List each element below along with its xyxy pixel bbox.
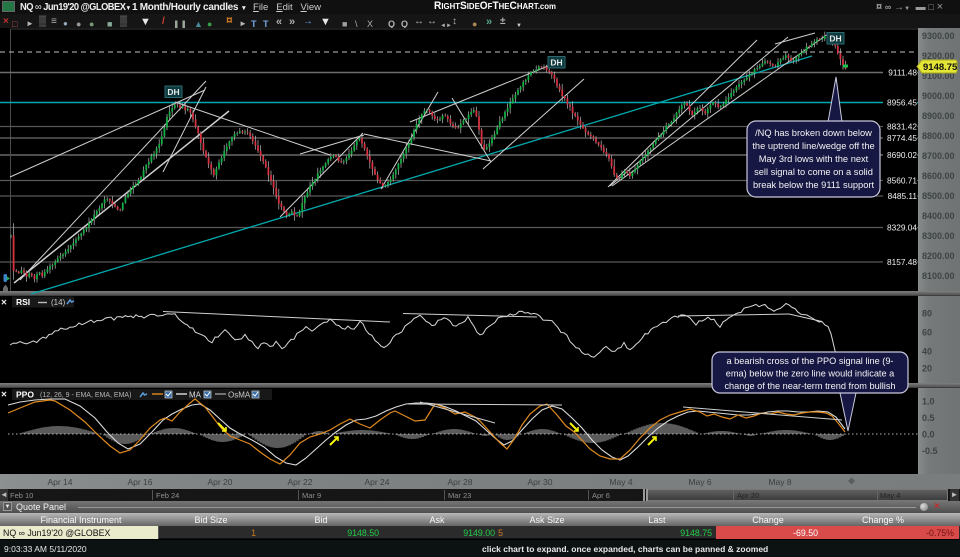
svg-text:-0.5: -0.5 bbox=[922, 446, 938, 456]
svg-text:RSI: RSI bbox=[16, 297, 30, 307]
svg-text:8500.00: 8500.00 bbox=[922, 191, 955, 201]
svg-text:sell signal to come on a solid: sell signal to come on a solid bbox=[754, 167, 873, 177]
svg-text:8600.00: 8600.00 bbox=[922, 171, 955, 181]
svg-text:8700.00: 8700.00 bbox=[922, 151, 955, 161]
svg-text:×: × bbox=[1, 298, 7, 309]
svg-text:Apr 14: Apr 14 bbox=[47, 477, 72, 487]
svg-text:8831.42: 8831.42 bbox=[887, 122, 917, 132]
svg-text:May 4: May 4 bbox=[609, 477, 632, 487]
svg-text:DH: DH bbox=[550, 58, 562, 68]
svg-text:Apr 24: Apr 24 bbox=[364, 477, 389, 487]
svg-text:(12, 26, 9 - EMA, EMA, EMA): (12, 26, 9 - EMA, EMA, EMA) bbox=[40, 392, 131, 399]
svg-text:8560.71: 8560.71 bbox=[887, 176, 917, 186]
svg-text:DH: DH bbox=[167, 87, 179, 97]
svg-text:9300.00: 9300.00 bbox=[922, 31, 955, 41]
svg-text:8800.00: 8800.00 bbox=[922, 131, 955, 141]
svg-text:0.0: 0.0 bbox=[922, 430, 935, 440]
svg-text:1.0: 1.0 bbox=[922, 397, 935, 407]
svg-text:9000.00: 9000.00 bbox=[922, 91, 955, 101]
svg-text:/NQ has broken down below: /NQ has broken down below bbox=[755, 128, 872, 138]
svg-text:Apr 16: Apr 16 bbox=[127, 477, 152, 487]
svg-text:60: 60 bbox=[922, 328, 932, 338]
svg-text:break below the 9111 support: break below the 9111 support bbox=[753, 180, 875, 190]
svg-text:OsMA: OsMA bbox=[228, 391, 251, 400]
svg-text:May 6: May 6 bbox=[688, 477, 711, 487]
svg-text:20: 20 bbox=[922, 364, 932, 374]
svg-text:8774.45: 8774.45 bbox=[887, 133, 917, 143]
svg-text:DH: DH bbox=[829, 34, 841, 44]
svg-text:PPO: PPO bbox=[16, 390, 34, 400]
svg-text:MA: MA bbox=[189, 391, 202, 400]
svg-text:a bearish cross of the PPO sig: a bearish cross of the PPO signal line (… bbox=[727, 356, 894, 366]
svg-text:8400.00: 8400.00 bbox=[922, 211, 955, 221]
svg-text:Apr 28: Apr 28 bbox=[447, 477, 472, 487]
svg-text:8300.00: 8300.00 bbox=[922, 231, 955, 241]
svg-text:8329.04: 8329.04 bbox=[887, 223, 917, 233]
svg-text:Apr 30: Apr 30 bbox=[527, 477, 552, 487]
svg-text:0.5: 0.5 bbox=[922, 413, 935, 423]
svg-text:9111.48: 9111.48 bbox=[888, 68, 917, 78]
svg-text:(14): (14) bbox=[51, 298, 66, 307]
svg-text:80: 80 bbox=[922, 309, 932, 319]
svg-text:8100.00: 8100.00 bbox=[922, 271, 955, 281]
svg-text:×: × bbox=[1, 390, 7, 401]
svg-text:ema) below the zero line would: ema) below the zero line would indicate … bbox=[726, 369, 895, 379]
svg-text:Apr 20: Apr 20 bbox=[207, 477, 232, 487]
svg-text:8485.11: 8485.11 bbox=[888, 191, 918, 201]
svg-text:8157.48: 8157.48 bbox=[887, 257, 917, 267]
svg-text:8690.02: 8690.02 bbox=[887, 150, 917, 160]
svg-text:40: 40 bbox=[922, 347, 932, 357]
svg-text:May 8: May 8 bbox=[768, 477, 791, 487]
svg-text:8956.45: 8956.45 bbox=[887, 98, 917, 108]
svg-text:8200.00: 8200.00 bbox=[922, 251, 955, 261]
svg-text:the uptrend line/wedge off the: the uptrend line/wedge off the bbox=[752, 141, 874, 151]
svg-text:9148.75: 9148.75 bbox=[923, 62, 958, 73]
svg-text:8900.00: 8900.00 bbox=[922, 111, 955, 121]
svg-text:May 3rd lows with the next: May 3rd lows with the next bbox=[759, 154, 869, 164]
svg-text:Apr 22: Apr 22 bbox=[287, 477, 312, 487]
svg-text:change of the near-term trend: change of the near-term trend from bulli… bbox=[724, 381, 895, 391]
